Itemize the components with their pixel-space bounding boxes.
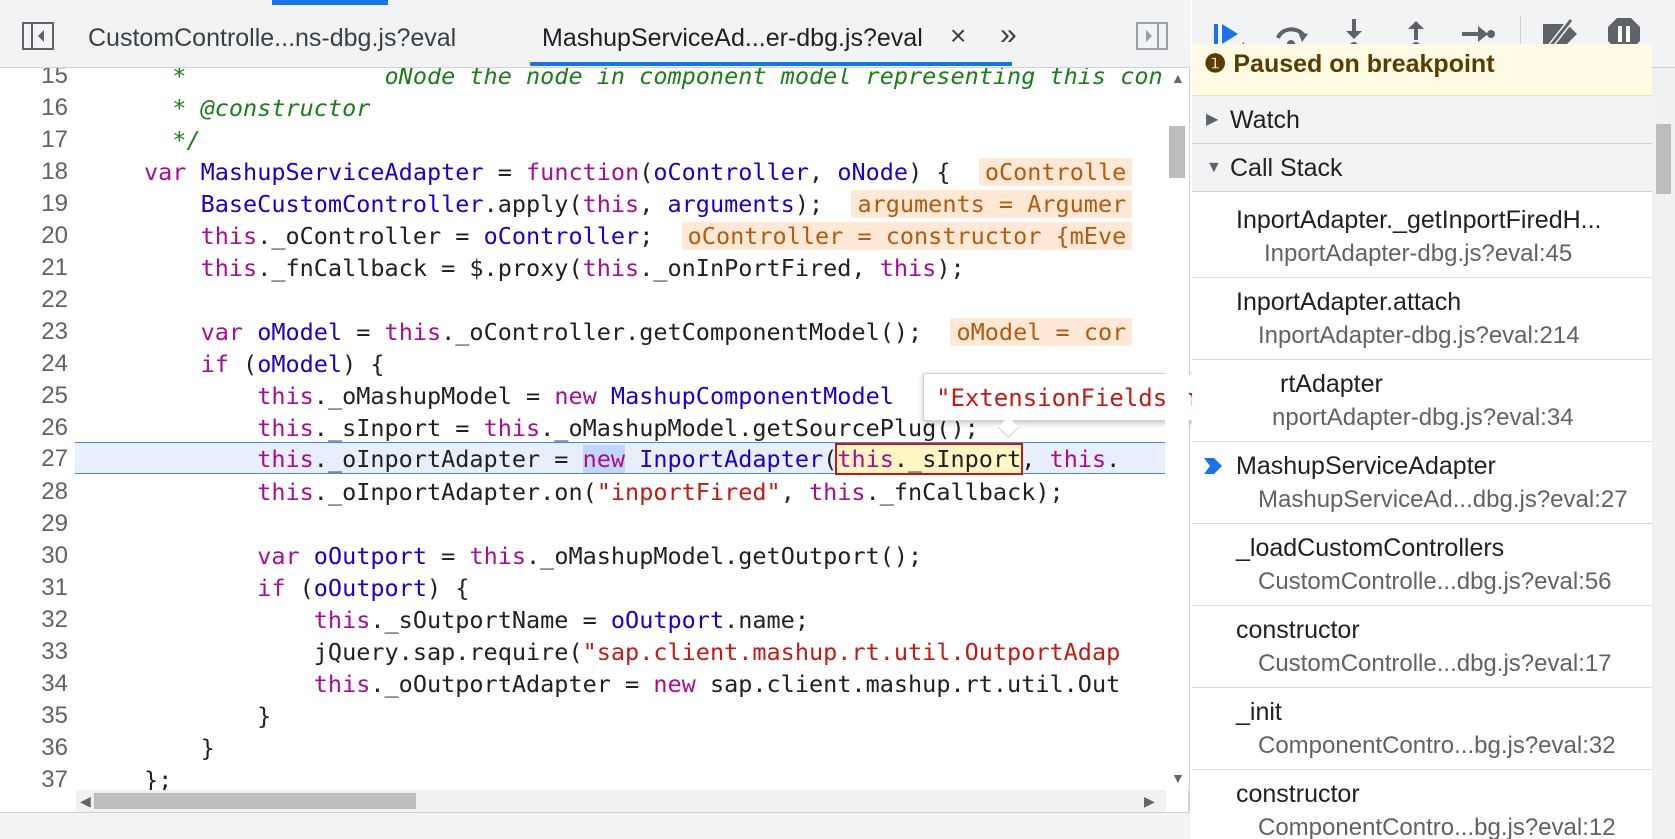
code-line: 28 this._oInportAdapter.on("inportFired"…	[41, 478, 1064, 506]
watch-section-header[interactable]: ▶ Watch	[1192, 96, 1652, 144]
call-frame[interactable]: _init ComponentContro...bg.js?eval:32	[1192, 688, 1652, 770]
code-line: 30 var oOutport = this._oMashupModel.get…	[41, 542, 923, 570]
editor-horizontal-scrollbar[interactable]: ◀ ▶	[76, 790, 1166, 812]
call-frame[interactable]: constructor ComponentContro...bg.js?eval:…	[1192, 770, 1652, 839]
scroll-up-icon[interactable]: ▲	[1171, 70, 1185, 86]
code-line: 35 }	[41, 702, 272, 730]
source-panel: CustomControlle...ns-dbg.js?eval MashupS…	[0, 0, 1279, 839]
call-frame-current[interactable]: MashupServiceAdapter MashupServiceAd...db…	[1192, 442, 1652, 524]
scroll-left-icon[interactable]: ◀	[80, 793, 91, 810]
paused-banner: ❶ Paused on breakpoint	[1192, 44, 1652, 96]
current-frame-arrow-icon	[1202, 456, 1224, 481]
scroll-thumb[interactable]	[94, 793, 416, 809]
call-frame[interactable]: constructor CustomControlle...dbg.js?eval…	[1192, 606, 1652, 688]
code-line: 36 }	[41, 734, 215, 762]
tab-mashupserviceadapter[interactable]: MashupServiceAd...er-dbg.js?eval	[542, 18, 923, 58]
editor-tabbar: CustomControlle...ns-dbg.js?eval MashupS…	[0, 0, 1190, 68]
scroll-thumb[interactable]	[1656, 124, 1671, 194]
sidebar-toggle-icon[interactable]	[22, 22, 54, 50]
code-line: 31 if (oOutport) {	[41, 574, 470, 602]
scroll-right-icon[interactable]: ▶	[1144, 793, 1155, 810]
editor-vertical-scrollbar[interactable]: ▲ ▼	[1165, 68, 1189, 790]
expand-arrow-icon: ▶	[1206, 111, 1219, 128]
editor-status-bar	[0, 812, 1190, 839]
code-line: 16 * @constructor	[41, 94, 371, 122]
scroll-down-icon[interactable]: ▼	[1171, 770, 1185, 786]
info-icon: ❶	[1204, 50, 1234, 78]
current-execution-line: 27 this._oInportAdapter = new InportAdap…	[41, 442, 1165, 475]
sidebar-right-icon[interactable]	[1136, 22, 1168, 50]
code-line: 33 jQuery.sap.require("sap.client.mashup…	[41, 638, 1121, 666]
active-tab-indicator	[530, 62, 1012, 66]
call-frame[interactable]: _loadCustomControllers CustomControlle...…	[1192, 524, 1652, 606]
call-stack-section-header[interactable]: ▼ Call Stack	[1192, 144, 1652, 192]
code-line: 15 * oNode the node in component model r…	[41, 68, 1163, 90]
code-line: 29	[41, 510, 68, 537]
code-line: 20 this._oController = oController; oCon…	[0, 220, 1165, 252]
panel-top-indicator	[272, 0, 388, 5]
code-line: 21 this._fnCallback = $.proxy(this._onIn…	[41, 254, 965, 282]
code-line: 32 this._sOutportName = oOutport.name;	[41, 606, 809, 634]
code-line: 37};	[41, 766, 173, 790]
collapse-arrow-icon: ▼	[1206, 159, 1222, 176]
debugger-sidebar: ❶ Paused on breakpoint ▶ Watch ▼ Call Stac…	[1192, 0, 1675, 839]
code-line: 23 var oModel = this._oController.getCom…	[0, 316, 1165, 348]
tab-customcontrollers[interactable]: CustomControlle...ns-dbg.js?eval	[88, 18, 456, 58]
sidebar-scrollbar[interactable]	[1652, 68, 1675, 839]
code-line: 17 */	[41, 126, 201, 154]
scroll-thumb[interactable]	[1169, 126, 1185, 178]
code-line: 34 this._oOutportAdapter = new sap.clien…	[41, 670, 1121, 698]
close-icon[interactable]: ×	[950, 18, 966, 54]
call-frame[interactable]: InportAdapter.attach InportAdapter-dbg.js…	[1192, 278, 1652, 360]
code-line: 22	[41, 286, 68, 313]
code-line: 19 BaseCustomController.apply(this, argu…	[0, 188, 1165, 220]
more-tabs-icon[interactable]: »	[1000, 16, 1017, 54]
code-line: 18 var MashupServiceAdapter = function(oC…	[0, 156, 1165, 188]
code-editor[interactable]: 15 * oNode the node in component model r…	[0, 68, 1165, 790]
call-frame[interactable]: rtAdapter nportAdapter-dbg.js?eval:34	[1192, 360, 1652, 442]
call-frame[interactable]: InportAdapter._getInportFiredH... InportA…	[1192, 196, 1652, 278]
